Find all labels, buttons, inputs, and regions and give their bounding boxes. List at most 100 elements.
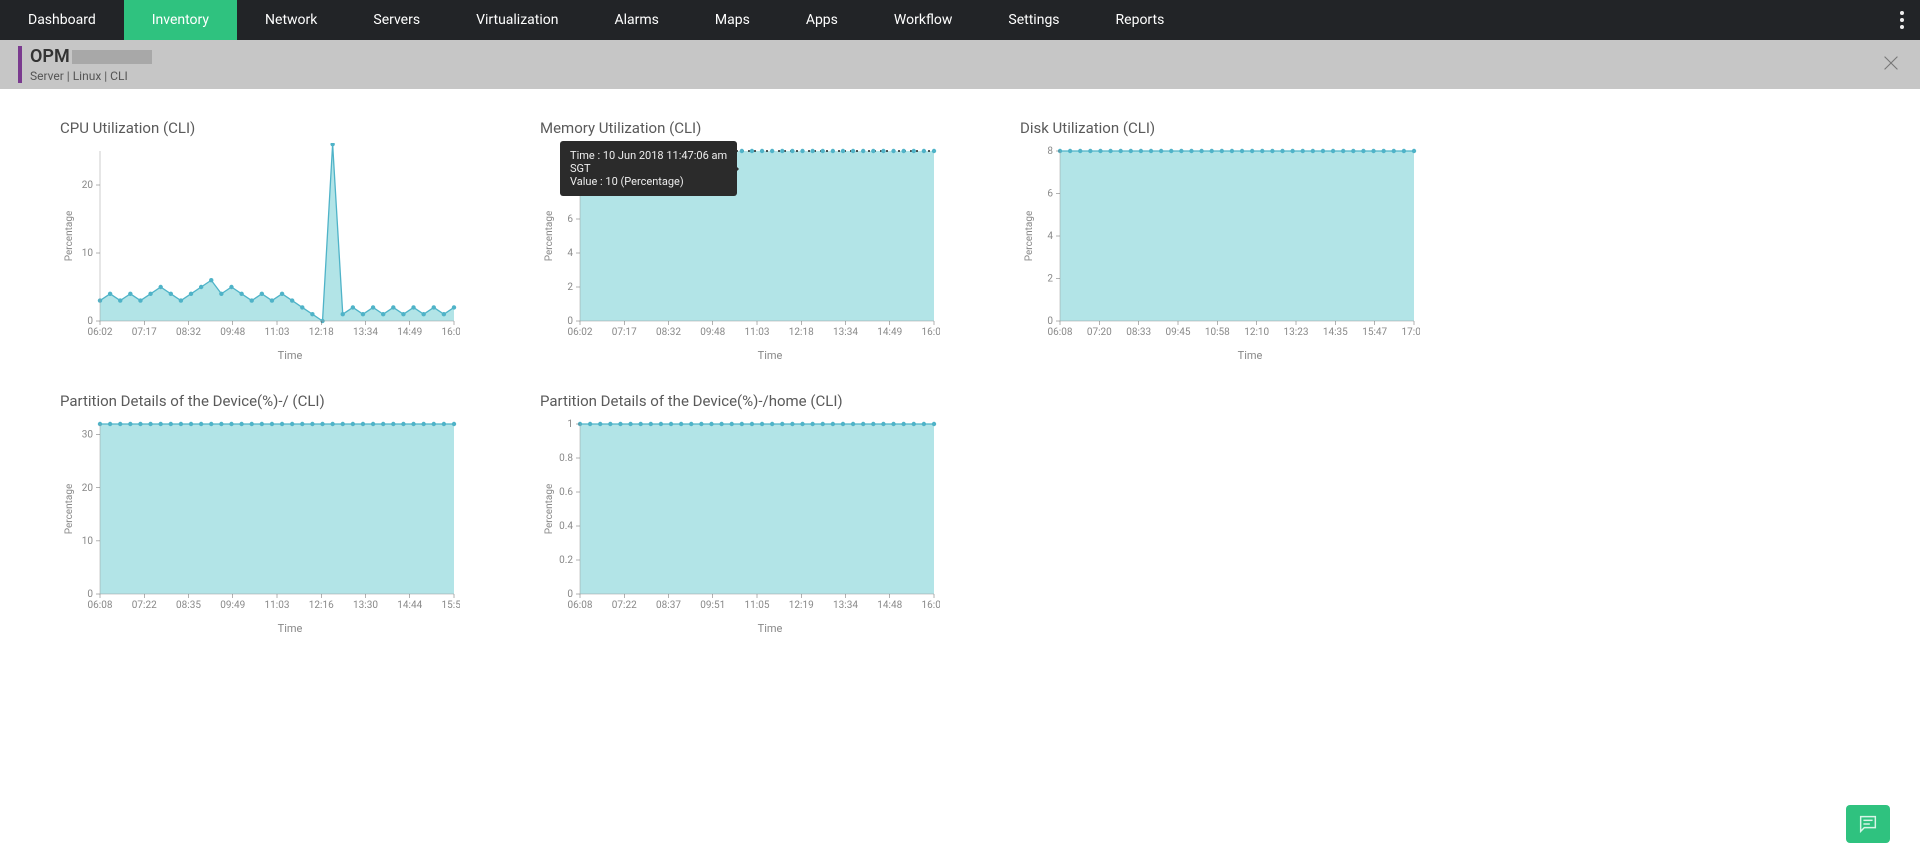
chart-title: Disk Utilization (CLI) [1020, 119, 1440, 137]
chart-wrap: 0102006:0207:1708:3209:4811:0312:1813:34… [60, 143, 480, 343]
svg-text:10: 10 [82, 248, 94, 259]
panel-disk: Disk Utilization (CLI)0246806:0807:2008:… [1020, 119, 1440, 362]
chart-xlabel: Time [1020, 349, 1440, 362]
svg-text:Percentage: Percentage [544, 484, 555, 535]
panel-part-home: Partition Details of the Device(%)-/home… [540, 392, 960, 635]
chart-wrap: 00.20.40.60.8106:0807:2208:3709:5111:051… [540, 416, 960, 616]
svg-text:6: 6 [1047, 189, 1053, 200]
nav-item-alarms[interactable]: Alarms [586, 0, 686, 40]
svg-text:13:23: 13:23 [1284, 327, 1309, 338]
svg-text:08:32: 08:32 [656, 327, 681, 338]
nav-item-settings[interactable]: Settings [980, 0, 1087, 40]
panel-memory: Memory Utilization (CLI)0246806:0207:170… [540, 119, 960, 362]
nav-item-apps[interactable]: Apps [778, 0, 866, 40]
chart-title: CPU Utilization (CLI) [60, 119, 480, 137]
nav-item-reports[interactable]: Reports [1088, 0, 1193, 40]
nav-item-dashboard[interactable]: Dashboard [0, 0, 124, 40]
nav-item-servers[interactable]: Servers [345, 0, 448, 40]
svg-text:Percentage: Percentage [64, 484, 75, 535]
svg-text:11:05: 11:05 [745, 600, 770, 611]
chart-row-2: Partition Details of the Device(%)-/ (CL… [60, 392, 1860, 635]
svg-text:07:17: 07:17 [132, 327, 157, 338]
chart-svg[interactable]: 010203006:0807:2208:3509:4911:0312:1613:… [60, 416, 460, 616]
svg-text:30: 30 [82, 430, 94, 441]
svg-text:12:18: 12:18 [309, 327, 334, 338]
chart-tooltip: Time : 10 Jun 2018 11:47:06 amSGTValue :… [560, 141, 737, 196]
svg-text:0: 0 [567, 316, 573, 327]
chart-xlabel: Time [60, 349, 480, 362]
svg-text:07:20: 07:20 [1087, 327, 1112, 338]
top-nav: DashboardInventoryNetworkServersVirtuali… [0, 0, 1920, 40]
chart-wrap: 0246806:0807:2008:3309:4510:5812:1013:23… [1020, 143, 1440, 343]
header-main: OPM Server | Linux | CLI [30, 46, 1902, 83]
svg-text:07:22: 07:22 [132, 600, 157, 611]
svg-text:20: 20 [82, 483, 94, 494]
svg-text:Percentage: Percentage [64, 211, 75, 262]
svg-text:0: 0 [567, 589, 573, 600]
svg-text:Percentage: Percentage [544, 211, 555, 262]
svg-text:15:47: 15:47 [1362, 327, 1387, 338]
nav-more-button[interactable] [1884, 0, 1920, 40]
chart-svg[interactable]: 0246806:0807:2008:3309:4510:5812:1013:23… [1020, 143, 1420, 343]
nav-item-virtualization[interactable]: Virtualization [448, 0, 586, 40]
chart-title: Memory Utilization (CLI) [540, 119, 960, 137]
svg-text:09:45: 09:45 [1166, 327, 1191, 338]
tooltip-time: Time : 10 Jun 2018 11:47:06 am [570, 149, 727, 162]
chat-fab[interactable] [1846, 805, 1890, 843]
svg-text:4: 4 [1047, 231, 1053, 242]
content-area: CPU Utilization (CLI)0102006:0207:1708:3… [0, 89, 1920, 705]
tooltip-value: Value : 10 (Percentage) [570, 175, 727, 188]
device-header: OPM Server | Linux | CLI [0, 40, 1920, 89]
svg-text:14:49: 14:49 [397, 327, 422, 338]
panel-cpu: CPU Utilization (CLI)0102006:0207:1708:3… [60, 119, 480, 362]
header-accent [18, 46, 22, 83]
svg-text:10:58: 10:58 [1205, 327, 1230, 338]
svg-text:06:02: 06:02 [568, 327, 593, 338]
svg-text:08:35: 08:35 [176, 600, 201, 611]
chart-row-1: CPU Utilization (CLI)0102006:0207:1708:3… [60, 119, 1860, 362]
svg-text:08:33: 08:33 [1126, 327, 1151, 338]
chart-svg[interactable]: 0102006:0207:1708:3209:4811:0312:1813:34… [60, 143, 460, 343]
svg-text:4: 4 [567, 248, 573, 259]
chart-wrap: 010203006:0807:2208:3509:4911:0312:1613:… [60, 416, 480, 616]
svg-text:12:16: 12:16 [309, 600, 334, 611]
nav-item-maps[interactable]: Maps [687, 0, 778, 40]
svg-text:06:08: 06:08 [568, 600, 593, 611]
chart-wrap: 0246806:0207:1708:3209:4811:0312:1813:34… [540, 143, 960, 343]
chart-xlabel: Time [60, 622, 480, 635]
svg-text:0: 0 [87, 316, 93, 327]
nav-spacer [1192, 0, 1884, 40]
svg-text:11:03: 11:03 [265, 327, 290, 338]
svg-text:14:49: 14:49 [877, 327, 902, 338]
page-subtitle: Server | Linux | CLI [30, 69, 1902, 83]
svg-text:14:44: 14:44 [397, 600, 422, 611]
svg-text:07:17: 07:17 [612, 327, 637, 338]
svg-text:10: 10 [82, 536, 94, 547]
svg-text:0: 0 [1047, 316, 1053, 327]
panel-part-root: Partition Details of the Device(%)-/ (CL… [60, 392, 480, 635]
svg-text:12:18: 12:18 [789, 327, 814, 338]
svg-text:13:34: 13:34 [833, 600, 858, 611]
svg-text:17:00: 17:00 [1402, 327, 1420, 338]
close-button[interactable] [1880, 52, 1902, 78]
svg-text:6: 6 [567, 214, 573, 225]
svg-text:09:49: 09:49 [220, 600, 245, 611]
svg-text:2: 2 [1047, 274, 1053, 285]
svg-text:06:08: 06:08 [88, 600, 113, 611]
svg-text:2: 2 [567, 282, 573, 293]
svg-text:12:19: 12:19 [789, 600, 814, 611]
nav-item-network[interactable]: Network [237, 0, 345, 40]
svg-text:13:30: 13:30 [353, 600, 378, 611]
chart-xlabel: Time [540, 349, 960, 362]
chart-title: Partition Details of the Device(%)-/ (CL… [60, 392, 480, 410]
close-icon [1880, 52, 1902, 74]
svg-text:1: 1 [567, 419, 573, 430]
nav-item-inventory[interactable]: Inventory [124, 0, 237, 40]
chart-svg[interactable]: 00.20.40.60.8106:0807:2208:3709:5111:051… [540, 416, 940, 616]
nav-item-workflow[interactable]: Workflow [866, 0, 981, 40]
svg-text:13:34: 13:34 [353, 327, 378, 338]
title-masked [72, 50, 152, 64]
svg-text:0.8: 0.8 [559, 453, 573, 464]
svg-text:16:04: 16:04 [922, 327, 940, 338]
page-title: OPM [30, 46, 1902, 67]
